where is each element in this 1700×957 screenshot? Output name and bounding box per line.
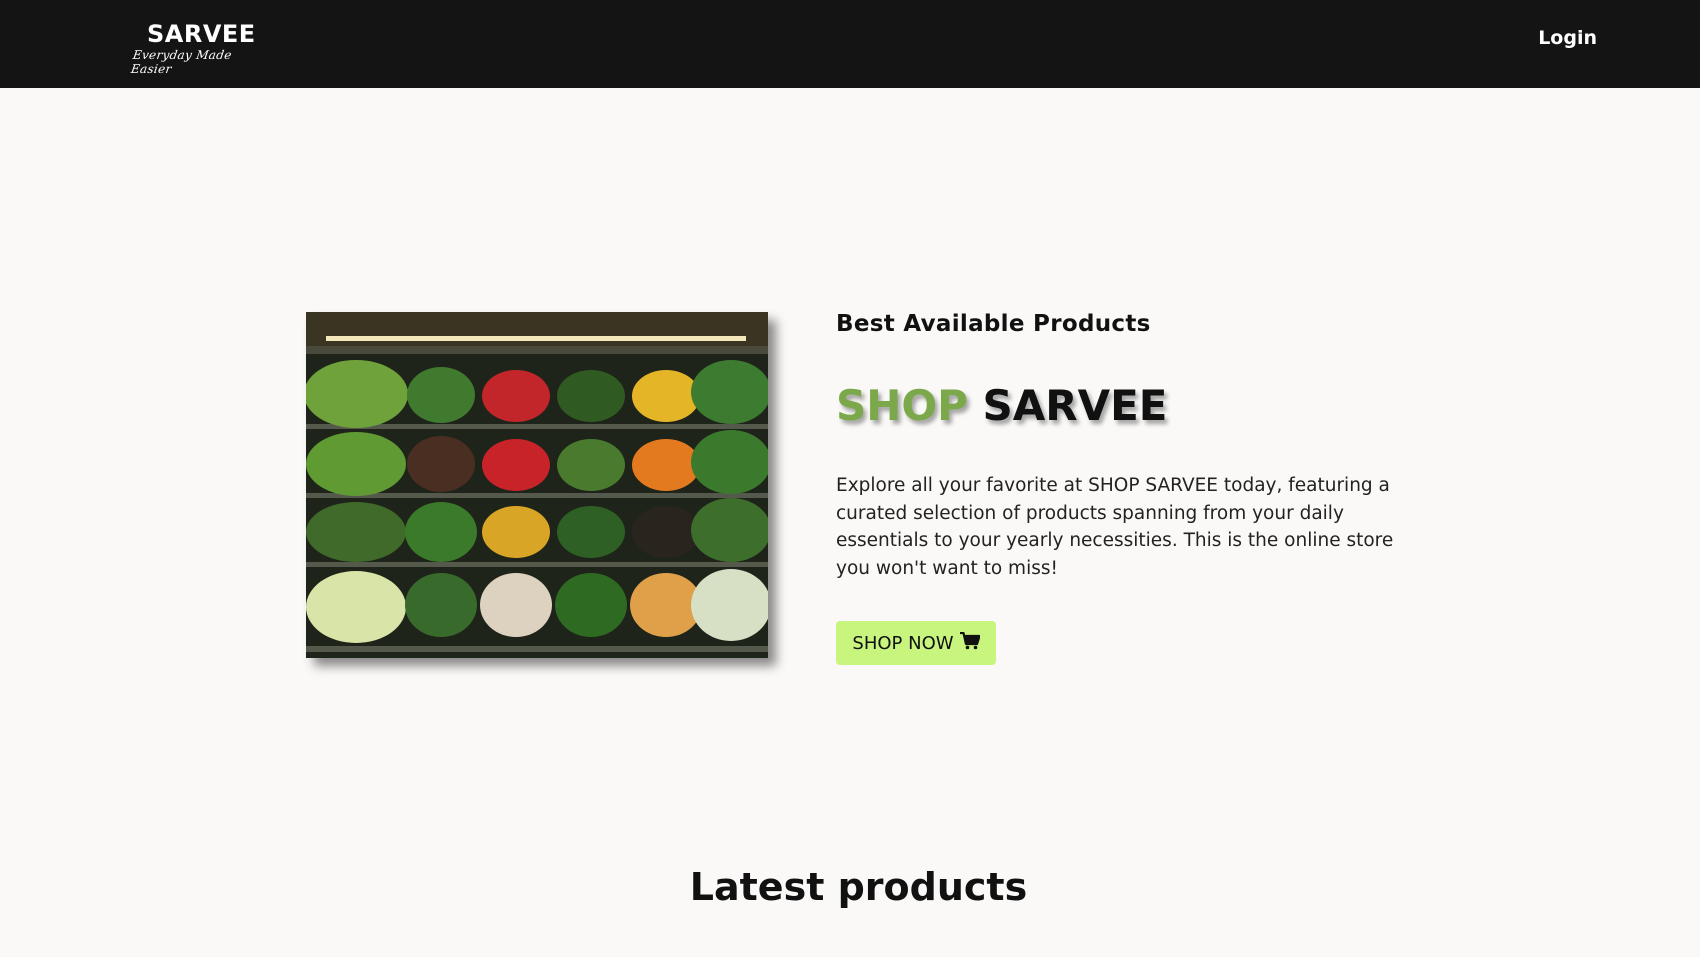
headline-shop: SHOP [836, 381, 968, 430]
latest-products-heading: Latest products [689, 865, 1028, 909]
headline-brand: SARVEE [982, 381, 1168, 430]
hero-image [306, 312, 768, 658]
brand-logo[interactable]: SARVEE Everyday Made Easier [130, 18, 270, 76]
shop-now-label: SHOP NOW [852, 632, 954, 654]
logo-tagline: Everyday Made Easier [130, 48, 233, 76]
logo-wordmark: SARVEE [147, 20, 256, 48]
cart-icon [959, 631, 981, 655]
shop-now-button[interactable]: SHOP NOW [836, 621, 996, 665]
hero-subtitle: Best Available Products [836, 311, 1151, 337]
hero-headline: SHOP SARVEE [836, 381, 1168, 430]
login-link[interactable]: Login [1538, 27, 1597, 49]
top-navbar: SARVEE Everyday Made Easier Login [0, 0, 1700, 88]
hero-description: Explore all your favorite at SHOP SARVEE… [836, 475, 1394, 580]
